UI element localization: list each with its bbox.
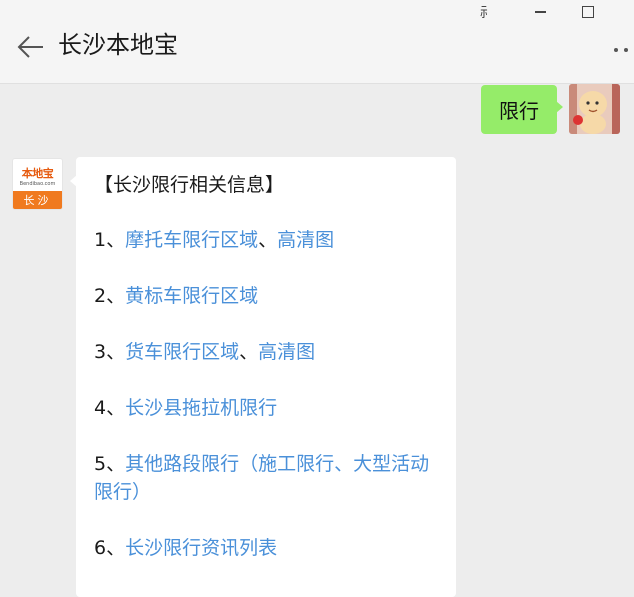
chat-title: 长沙本地宝 (58, 31, 178, 59)
logo-domain: Bendibao.com (19, 181, 56, 187)
back-arrow-icon[interactable] (16, 33, 46, 61)
link-yellow-label-zone[interactable]: 黄标车限行区域 (125, 285, 258, 307)
more-options-icon[interactable] (608, 42, 634, 56)
minimize-icon[interactable] (517, 0, 557, 24)
logo-brand: 本地宝 (21, 167, 54, 180)
list-item: 2、黄标车限行区域 (94, 285, 259, 307)
link-truck-hd-map[interactable]: 高清图 (258, 341, 315, 363)
message-heading: 【长沙限行相关信息】 (94, 174, 285, 196)
link-truck-zone[interactable]: 货车限行区域 (125, 341, 239, 363)
link-news-list[interactable]: 长沙限行资讯列表 (125, 537, 277, 559)
list-item: 5、其他路段限行（施工限行、大型活动限行） (94, 453, 430, 503)
title-bar: ⺬ 长沙本地宝 (0, 0, 634, 84)
link-other-roads[interactable]: 其他路段限行（施工限行、大型活动限行） (94, 453, 429, 503)
bot-avatar[interactable]: 本地宝 Bendibao.com 长沙 (12, 158, 63, 210)
list-item: 1、摩托车限行区域、高清图 (94, 229, 335, 251)
pin-icon[interactable]: ⺬ (467, 0, 507, 24)
bot-message-bubble: 【长沙限行相关信息】 1、摩托车限行区域、高清图 2、黄标车限行区域 3、货车限… (70, 157, 456, 597)
link-motorcycle-zone[interactable]: 摩托车限行区域 (125, 229, 258, 251)
link-motorcycle-hd-map[interactable]: 高清图 (277, 229, 334, 251)
list-item: 3、货车限行区域、高清图 (94, 341, 316, 363)
link-tractor-restriction[interactable]: 长沙县拖拉机限行 (125, 397, 277, 419)
maximize-icon[interactable] (568, 0, 608, 24)
user-message-bubble: 限行 (481, 85, 563, 134)
list-item: 4、长沙县拖拉机限行 (94, 397, 278, 419)
logo-city: 长沙 (13, 191, 62, 209)
user-avatar[interactable] (569, 84, 620, 134)
user-message-text: 限行 (499, 99, 539, 123)
list-item: 6、长沙限行资讯列表 (94, 537, 278, 559)
